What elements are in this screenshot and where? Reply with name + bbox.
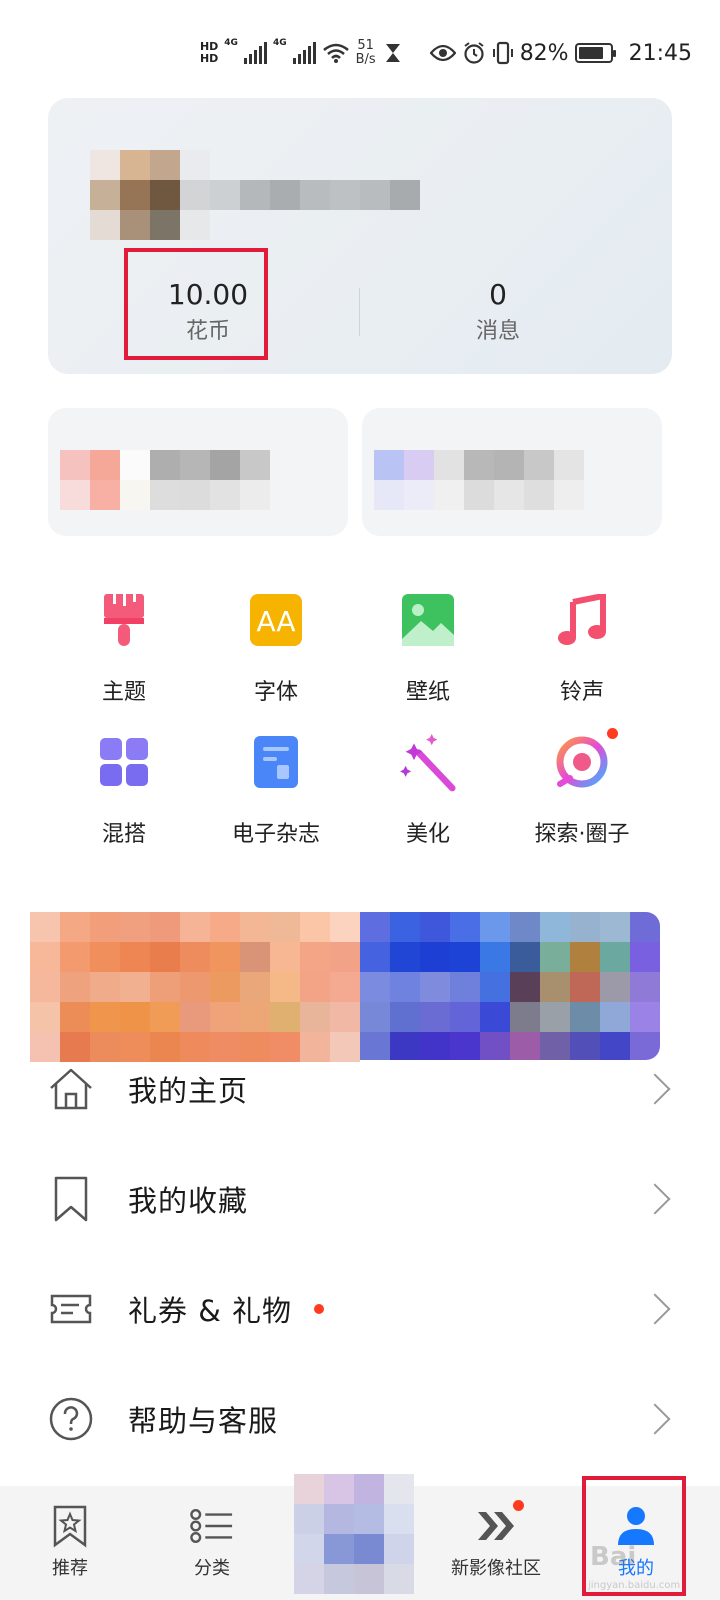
alarm-icon xyxy=(464,42,484,64)
grid-label-font: 字体 xyxy=(253,680,298,705)
vibrate-icon xyxy=(492,41,513,65)
grid-item-beautify[interactable]: 美化 xyxy=(350,734,506,850)
chevrons-icon xyxy=(474,1500,524,1548)
nav-tab-recommend[interactable]: 推荐 xyxy=(10,1486,130,1600)
grid-label-theme: 主题 xyxy=(101,680,146,705)
hd2-text: HD xyxy=(199,52,219,65)
category-list-icon xyxy=(190,1504,234,1548)
magazine-icon xyxy=(248,734,304,790)
list-label-my-favorites: 我的收藏 xyxy=(128,1184,249,1218)
grid-item-font[interactable]: AA 字体 xyxy=(198,592,354,708)
nav-label-category: 分类 xyxy=(194,1558,230,1579)
battery-percent: 82% xyxy=(519,40,569,66)
ticket-icon xyxy=(48,1286,94,1332)
nav-tab-category[interactable]: 分类 xyxy=(152,1486,272,1600)
chevron-right-icon xyxy=(639,1293,671,1325)
nav-label-recommend: 推荐 xyxy=(52,1558,88,1579)
grid-label-beautify: 美化 xyxy=(405,822,450,847)
battery-fill xyxy=(578,47,604,59)
highlight-box-mine xyxy=(582,1476,686,1596)
clock-time: 21:45 xyxy=(628,40,692,66)
grid-item-magazine[interactable]: 电子杂志 xyxy=(198,734,354,850)
nav-tab-community[interactable]: 新影像社区 xyxy=(436,1486,556,1600)
coupons-badge-dot xyxy=(314,1304,324,1314)
explore-badge-dot xyxy=(607,728,618,739)
signal-icon xyxy=(292,42,316,64)
hourglass-icon xyxy=(385,44,400,62)
list-label-coupons-gifts: 礼券 & 礼物 xyxy=(128,1294,293,1328)
svg-text:AA: AA xyxy=(256,605,295,638)
messages-label: 消息 xyxy=(475,319,520,344)
explore-circle-icon xyxy=(554,728,618,790)
community-badge-dot xyxy=(513,1500,524,1511)
home-icon xyxy=(48,1066,94,1112)
wifi-icon xyxy=(322,43,349,63)
network-speed: 51 B/s xyxy=(356,39,376,67)
list-label-help-service: 帮助与客服 xyxy=(128,1404,279,1438)
mix-grid-icon xyxy=(96,734,152,790)
list-item-coupons-gifts[interactable]: 礼券 & 礼物 xyxy=(0,1254,720,1364)
music-note-icon xyxy=(554,592,610,648)
username xyxy=(210,180,420,210)
chevron-right-icon xyxy=(639,1403,671,1435)
list-item-my-favorites[interactable]: 我的收藏 xyxy=(0,1144,720,1254)
highlight-box-coins xyxy=(124,248,268,360)
messages-value: 0 xyxy=(489,278,507,311)
grid-item-mix[interactable]: 混搭 xyxy=(46,734,202,850)
grid-item-theme[interactable]: 主题 xyxy=(46,592,202,708)
grid-label-ringtone: 铃声 xyxy=(559,680,604,705)
speed-value: 51 xyxy=(357,38,374,53)
promo-right-mosaic xyxy=(374,450,584,510)
nav-center-blurred[interactable] xyxy=(294,1474,414,1594)
grid-item-wallpaper[interactable]: 壁纸 xyxy=(350,592,506,708)
grid-label-magazine: 电子杂志 xyxy=(231,822,320,847)
grid-label-wallpaper: 壁纸 xyxy=(405,680,450,705)
battery-icon xyxy=(574,43,616,63)
speed-unit: B/s xyxy=(355,52,376,67)
star-bookmark-icon xyxy=(48,1504,92,1548)
grid-item-ringtone[interactable]: 铃声 xyxy=(504,592,660,708)
signal-icon xyxy=(243,42,267,64)
promo-left-mosaic xyxy=(60,450,270,510)
nav-label-community: 新影像社区 xyxy=(451,1558,541,1579)
eye-icon xyxy=(429,44,456,62)
status-icons: HD HD 4G 4G 51 B/s 82% 21:45 xyxy=(200,36,692,70)
promo-card-right[interactable] xyxy=(362,408,662,536)
avatar[interactable] xyxy=(90,150,210,240)
list-item-help-service[interactable]: 帮助与客服 xyxy=(0,1364,720,1474)
network-type-2: 4G xyxy=(272,38,287,48)
chevron-right-icon xyxy=(639,1073,671,1105)
network-type-1: 4G xyxy=(224,38,238,48)
stat-divider xyxy=(359,288,360,336)
theme-brush-icon xyxy=(96,592,152,648)
grid-item-explore[interactable]: 探索·圈子 xyxy=(504,728,660,850)
help-icon xyxy=(48,1396,94,1442)
list-item-my-homepage[interactable]: 我的主页 xyxy=(0,1034,720,1144)
grid-label-explore: 探索·圈子 xyxy=(534,822,630,847)
font-icon: AA xyxy=(248,592,304,648)
status-bar: HD HD 4G 4G 51 B/s 82% 21:45 xyxy=(0,0,720,100)
hd-indicator: HD HD xyxy=(200,41,218,65)
bookmark-icon xyxy=(48,1176,94,1222)
chevron-right-icon xyxy=(639,1183,671,1215)
list-label-my-homepage: 我的主页 xyxy=(128,1074,249,1108)
grid-label-mix: 混搭 xyxy=(101,822,146,847)
wallpaper-icon xyxy=(400,592,456,648)
promo-card-left[interactable] xyxy=(48,408,348,536)
magic-wand-icon xyxy=(400,734,456,792)
messages-stat[interactable]: 0 消息 xyxy=(428,278,568,348)
